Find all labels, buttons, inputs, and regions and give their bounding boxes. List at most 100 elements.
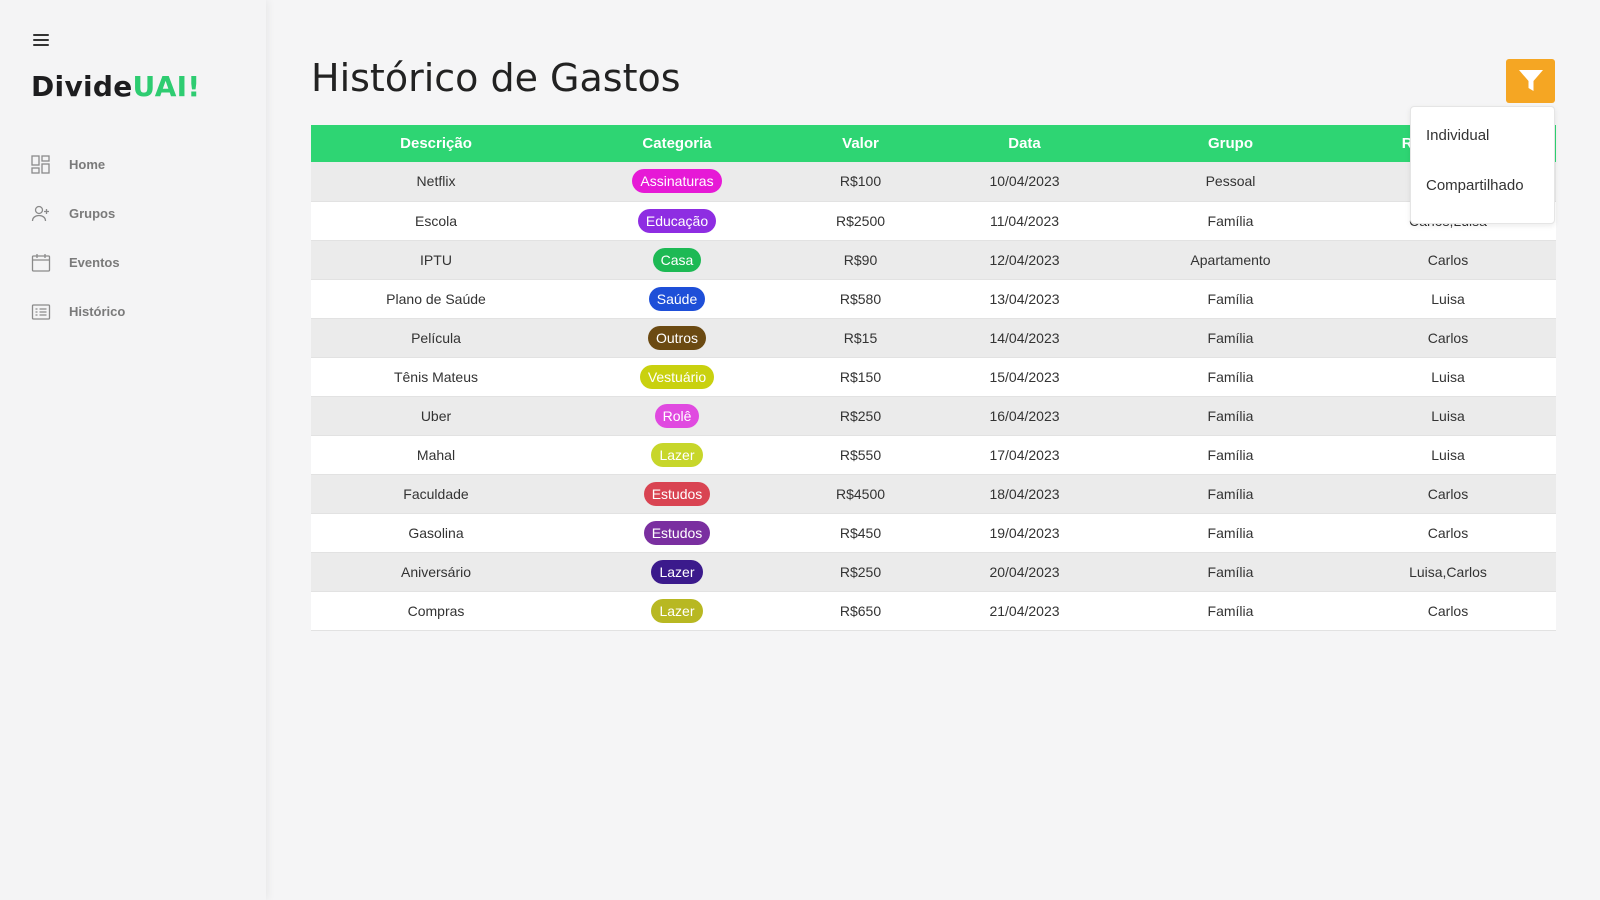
cell-grupo: Família <box>1207 407 1254 424</box>
cell-categoria: Assinaturas <box>561 162 793 201</box>
cell-responsavel: Luisa <box>1431 446 1465 463</box>
sidebar-item-eventos[interactable]: Eventos <box>31 238 125 287</box>
cell-grupo: Família <box>1207 524 1254 541</box>
cell-descricao: IPTU <box>420 251 452 268</box>
table-header-row: Descrição Categoria Valor Data Grupo Res… <box>311 125 1556 162</box>
cell-categoria: Rolê <box>561 396 793 435</box>
cell-descricao: Tênis Mateus <box>393 368 479 385</box>
cell-descricao: Netflix <box>416 173 456 190</box>
table-row: Gasolina Estudos R$450 19/04/2023 Família Car… <box>311 513 1556 552</box>
cell-descricao: Escola <box>414 212 458 229</box>
cell-categoria: Outros <box>561 318 793 357</box>
cell-grupo: Família <box>1207 329 1254 346</box>
cell-responsavel: Luisa <box>1431 290 1465 307</box>
table-row: Aniversário Lazer R$250 20/04/2023 Família Lu… <box>311 552 1556 591</box>
category-badge: Estudos <box>643 520 711 545</box>
cell-categoria: Vestuário <box>561 357 793 396</box>
column-header-grupo[interactable]: Grupo <box>1121 125 1340 162</box>
column-header-data[interactable]: Data <box>928 125 1121 162</box>
cell-data: 10/04/2023 <box>989 173 1060 190</box>
table-row: Compras Lazer R$650 21/04/2023 Família Carlos <box>311 591 1556 630</box>
category-badge: Lazer <box>651 598 703 623</box>
cell-responsavel: Carlos <box>1427 485 1469 502</box>
category-badge: Lazer <box>651 559 703 584</box>
cell-categoria: Educação <box>561 201 793 240</box>
cell-grupo: Família <box>1207 602 1254 619</box>
table-row: IPTU Casa R$90 12/04/2023 Apartamento Carlos <box>311 240 1556 279</box>
sidebar: DivideUAI! Home Grupos Eventos Histórico <box>0 0 266 900</box>
sidebar-item-grupos[interactable]: Grupos <box>31 189 125 238</box>
list-icon <box>31 303 51 320</box>
table-row: Netflix Assinaturas R$100 10/04/2023 Pessoal <box>311 162 1556 201</box>
cell-data: 18/04/2023 <box>989 485 1060 502</box>
cell-descricao: Película <box>411 329 461 346</box>
cell-responsavel: Carlos <box>1427 524 1469 541</box>
sidebar-item-historico[interactable]: Histórico <box>31 287 125 336</box>
cell-responsavel: Carlos <box>1427 329 1469 346</box>
cell-grupo: Família <box>1207 446 1254 463</box>
brand-logo: DivideUAI! <box>31 70 201 103</box>
cell-descricao: Gasolina <box>408 524 464 541</box>
cell-categoria: Lazer <box>561 552 793 591</box>
cell-descricao: Plano de Saúde <box>386 290 486 307</box>
cell-valor: R$550 <box>839 446 882 463</box>
sidebar-nav: Home Grupos Eventos Histórico <box>31 140 125 336</box>
category-badge: Casa <box>652 247 702 272</box>
filter-option-compartilhado[interactable]: Compartilhado <box>1411 161 1554 211</box>
grid-icon <box>31 154 50 174</box>
table-row: Película Outros R$15 14/04/2023 Família Carlo… <box>311 318 1556 357</box>
cell-data: 19/04/2023 <box>989 524 1060 541</box>
cell-grupo: Família <box>1207 368 1254 385</box>
filter-icon <box>1518 70 1543 91</box>
cell-responsavel: Luisa <box>1431 368 1465 385</box>
table-row: Tênis Mateus Vestuário R$150 15/04/2023 Famí… <box>311 357 1556 396</box>
category-badge: Assinaturas <box>632 169 722 194</box>
cell-descricao: Uber <box>420 407 452 424</box>
table-row: Uber Rolê R$250 16/04/2023 Família Luisa <box>311 396 1556 435</box>
cell-grupo: Família <box>1207 212 1254 229</box>
table-body: Netflix Assinaturas R$100 10/04/2023 Pessoal… <box>311 162 1556 630</box>
table-row: Faculdade Estudos R$4500 18/04/2023 Família C… <box>311 474 1556 513</box>
filter-button[interactable] <box>1506 59 1555 103</box>
table-row: Mahal Lazer R$550 17/04/2023 Família Luisa <box>311 435 1556 474</box>
sidebar-item-label: Histórico <box>69 304 126 319</box>
category-badge: Lazer <box>651 442 703 467</box>
column-header-descricao[interactable]: Descrição <box>311 125 561 162</box>
cell-data: 20/04/2023 <box>989 563 1060 580</box>
column-header-categoria[interactable]: Categoria <box>561 125 793 162</box>
cell-valor: R$15 <box>843 329 878 346</box>
sidebar-item-home[interactable]: Home <box>31 140 125 189</box>
cell-categoria: Estudos <box>561 474 793 513</box>
cell-categoria: Estudos <box>561 513 793 552</box>
cell-data: 13/04/2023 <box>989 290 1060 307</box>
category-badge: Vestuário <box>639 364 715 389</box>
cell-valor: R$580 <box>839 290 882 307</box>
table-row: Plano de Saúde Saúde R$580 13/04/2023 Famíli… <box>311 279 1556 318</box>
cell-data: 14/04/2023 <box>989 329 1060 346</box>
category-badge: Educação <box>637 208 717 233</box>
sidebar-item-label: Eventos <box>69 255 120 270</box>
cell-responsavel: Luisa,Carlos <box>1409 563 1487 580</box>
table-row: EscolaEducaçãoR$250011/04/2023FamíliaCar… <box>311 201 1556 240</box>
cell-descricao: Faculdade <box>403 485 469 502</box>
cell-valor: R$150 <box>839 368 882 385</box>
cell-valor: R$90 <box>843 251 878 268</box>
cell-data: 15/04/2023 <box>989 368 1060 385</box>
column-header-valor[interactable]: Valor <box>793 125 928 162</box>
cell-descricao: Compras <box>407 602 465 619</box>
cell-data: 11/04/2023 <box>989 212 1060 229</box>
cell-grupo: Apartamento <box>1190 251 1271 268</box>
cell-valor: R$450 <box>839 524 882 541</box>
cell-categoria: Lazer <box>561 591 793 630</box>
hamburger-menu-icon[interactable] <box>33 34 49 48</box>
cell-categoria: Lazer <box>561 435 793 474</box>
cell-categoria: Casa <box>561 240 793 279</box>
cell-valor: R$4500 <box>835 485 886 502</box>
filter-option-individual[interactable]: Individual <box>1411 111 1554 161</box>
cell-grupo: Família <box>1207 485 1254 502</box>
cell-data: 12/04/2023 <box>989 251 1060 268</box>
cell-descricao: Aniversário <box>400 563 472 580</box>
cell-grupo: Família <box>1207 290 1254 307</box>
category-badge: Rolê <box>654 403 700 428</box>
page-title: Histórico de Gastos <box>311 56 681 100</box>
